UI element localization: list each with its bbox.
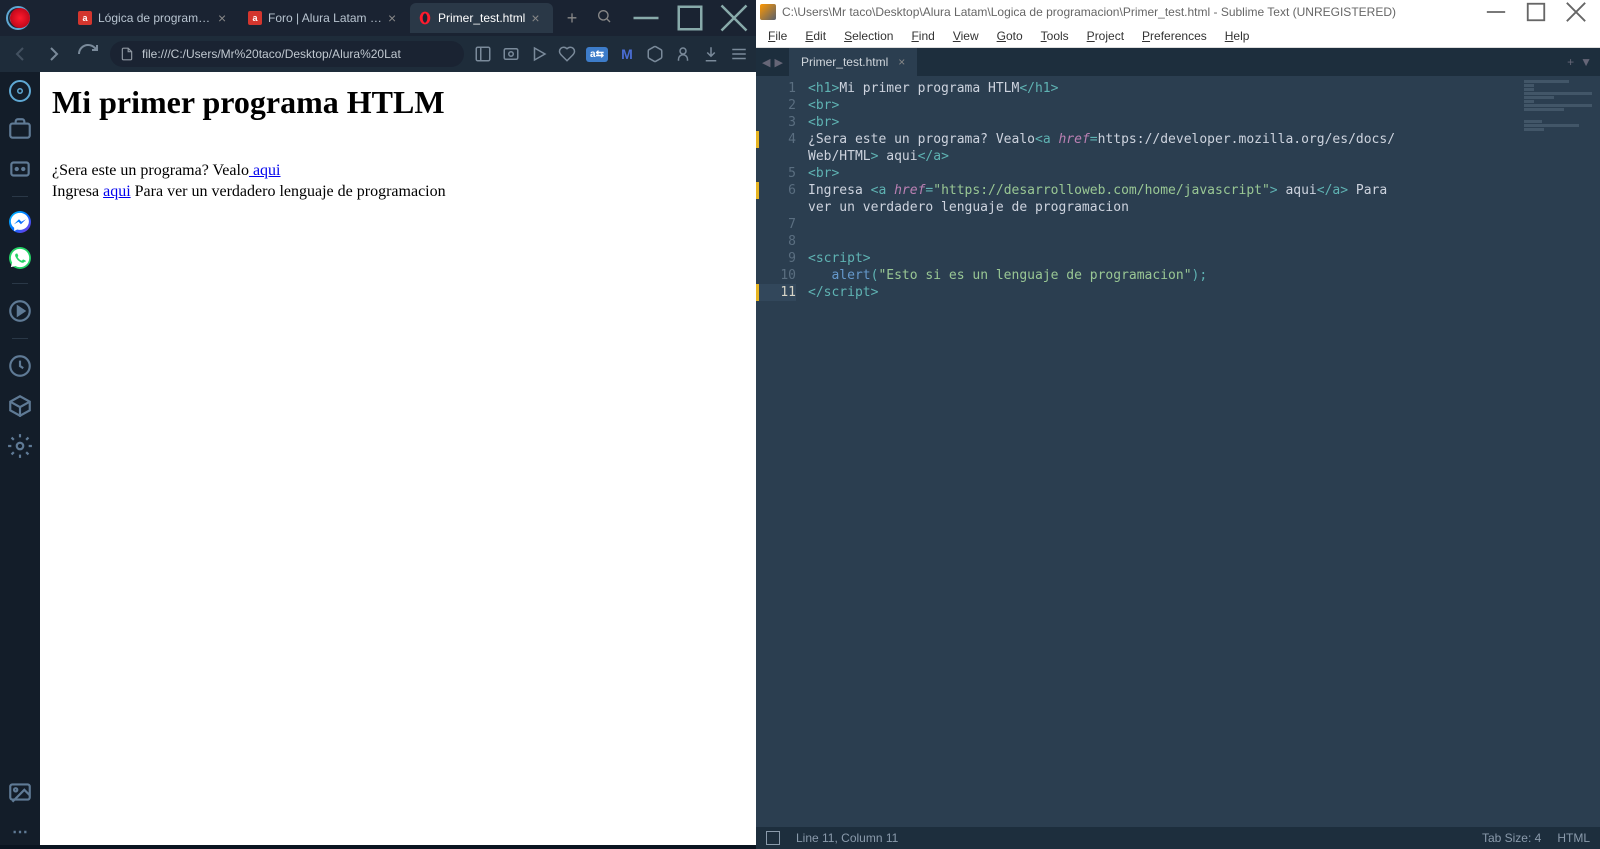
forward-button[interactable]	[42, 42, 66, 66]
file-icon	[120, 47, 134, 61]
status-panel-icon[interactable]	[766, 831, 780, 845]
menu-edit[interactable]: Edit	[797, 27, 834, 45]
line-gutter[interactable]: 1234567891011	[756, 76, 804, 827]
menu-project[interactable]: Project	[1079, 27, 1132, 45]
menu-file[interactable]: File	[760, 27, 795, 45]
cube-icon[interactable]	[646, 45, 664, 63]
messenger-icon[interactable]	[9, 211, 31, 233]
play-media-icon[interactable]	[530, 45, 548, 63]
opera-favicon-icon	[418, 11, 432, 25]
new-tab-button[interactable]: +	[560, 6, 584, 30]
status-tab-size[interactable]: Tab Size: 4	[1482, 831, 1541, 845]
translate-badge[interactable]: a⇆	[586, 47, 608, 62]
sidebar-toggle-icon[interactable]	[474, 45, 492, 63]
alura-favicon-icon: a	[248, 11, 262, 25]
tab-close-icon[interactable]: ×	[218, 11, 232, 25]
status-position[interactable]: Line 11, Column 11	[796, 831, 898, 845]
settings-gear-icon[interactable]	[7, 433, 33, 459]
tab-title: Foro | Alura Latam - Cu	[268, 11, 382, 25]
opera-sidebar: ⋯	[0, 72, 40, 845]
toolbar-right: a⇆ M	[474, 45, 748, 63]
status-syntax[interactable]: HTML	[1557, 831, 1590, 845]
editor-tab-row: ◀ ▶ Primer_test.html × + ▼	[756, 48, 1600, 76]
heart-icon[interactable]	[558, 45, 576, 63]
tab-title: Primer_test.html	[438, 11, 525, 25]
editor-body: 1234567891011 <h1>Mi primer programa HTL…	[756, 76, 1600, 827]
page-line2-text-b: Para ver un verdadero lenguaje de progra…	[131, 183, 446, 200]
editor-maximize-button[interactable]	[1516, 1, 1556, 23]
browser-titlebar: a Lógica de programació × a Foro | Alura Lat…	[0, 0, 756, 36]
editor-tab-close-icon[interactable]: ×	[898, 55, 905, 69]
page-line1-text: ¿Sera este un programa? Vealo	[52, 162, 249, 179]
profile-icon[interactable]	[674, 45, 692, 63]
speed-dial-icon[interactable]	[9, 80, 31, 102]
minimap[interactable]	[1520, 76, 1600, 827]
address-bar-row: file:///C:/Users/Mr%20taco/Desktop/Alura…	[0, 36, 756, 72]
snapshot-icon[interactable]	[502, 45, 520, 63]
editor-title: C:\Users\Mr taco\Desktop\Alura Latam\Log…	[782, 5, 1476, 19]
tab-title: Lógica de programació	[98, 11, 212, 25]
sublime-app-icon	[760, 4, 776, 20]
more-icon[interactable]: ⋯	[7, 819, 33, 845]
easy-setup-icon[interactable]	[730, 45, 748, 63]
chat-robot-icon[interactable]	[7, 156, 33, 182]
menu-find[interactable]: Find	[903, 27, 942, 45]
address-bar[interactable]: file:///C:/Users/Mr%20taco/Desktop/Alura…	[110, 41, 464, 67]
minimize-button[interactable]	[628, 3, 664, 33]
editor-tab[interactable]: Primer_test.html ×	[789, 48, 917, 76]
new-file-icon[interactable]: +	[1567, 55, 1574, 69]
image-picker-icon[interactable]	[7, 779, 33, 805]
editor-titlebar: C:\Users\Mr taco\Desktop\Alura Latam\Log…	[756, 0, 1600, 24]
history-icon[interactable]	[7, 353, 33, 379]
close-window-button[interactable]	[716, 3, 752, 33]
menu-help[interactable]: Help	[1217, 27, 1258, 45]
editor-tab-label: Primer_test.html	[801, 55, 888, 69]
search-tabs-icon[interactable]	[588, 8, 620, 29]
menu-view[interactable]: View	[945, 27, 987, 45]
rendered-page: Mi primer programa HTLM ¿Sera este un pr…	[40, 72, 756, 845]
page-line2-text-a: Ingresa	[52, 183, 103, 200]
menu-goto[interactable]: Goto	[989, 27, 1031, 45]
tab-close-icon[interactable]: ×	[531, 11, 545, 25]
address-text: file:///C:/Users/Mr%20taco/Desktop/Alura…	[142, 47, 454, 61]
m-icon[interactable]: M	[618, 45, 636, 63]
extensions-cube-icon[interactable]	[7, 393, 33, 419]
menu-preferences[interactable]: Preferences	[1134, 27, 1215, 45]
editor-minimize-button[interactable]	[1476, 1, 1516, 23]
briefcase-icon[interactable]	[7, 116, 33, 142]
browser-tabs: a Lógica de programació × a Foro | Alura Lat…	[30, 0, 556, 36]
browser-tab[interactable]: Primer_test.html ×	[410, 3, 553, 33]
alura-favicon-icon: a	[78, 11, 92, 25]
editor-menubar: FileEditSelectionFindViewGotoToolsProjec…	[756, 24, 1600, 48]
whatsapp-icon[interactable]	[9, 247, 31, 269]
page-line1-link[interactable]: aqui	[249, 162, 281, 179]
player-icon[interactable]	[7, 298, 33, 324]
page-line2-link[interactable]: aqui	[103, 183, 131, 200]
page-heading: Mi primer programa HTLM	[52, 84, 744, 121]
tab-prev-icon[interactable]: ◀	[762, 56, 770, 69]
opera-logo[interactable]	[0, 0, 40, 36]
tab-dropdown-icon[interactable]: ▼	[1580, 55, 1592, 69]
back-button[interactable]	[8, 42, 32, 66]
code-area[interactable]: <h1>Mi primer programa HTLM</h1><br><br>…	[804, 76, 1520, 827]
reload-button[interactable]	[76, 42, 100, 66]
menu-tools[interactable]: Tools	[1033, 27, 1077, 45]
download-icon[interactable]	[702, 45, 720, 63]
browser-tab[interactable]: a Foro | Alura Latam - Cu ×	[240, 3, 410, 33]
editor-close-button[interactable]	[1556, 1, 1596, 23]
editor-statusbar: Line 11, Column 11 Tab Size: 4 HTML	[756, 827, 1600, 849]
tab-next-icon[interactable]: ▶	[774, 56, 782, 69]
maximize-button[interactable]	[672, 3, 708, 33]
menu-selection[interactable]: Selection	[836, 27, 901, 45]
opera-browser-window: a Lógica de programació × a Foro | Alura Lat…	[0, 0, 756, 849]
sublime-text-window: C:\Users\Mr taco\Desktop\Alura Latam\Log…	[756, 0, 1600, 849]
tab-close-icon[interactable]: ×	[388, 11, 402, 25]
browser-tab[interactable]: a Lógica de programació ×	[70, 3, 240, 33]
